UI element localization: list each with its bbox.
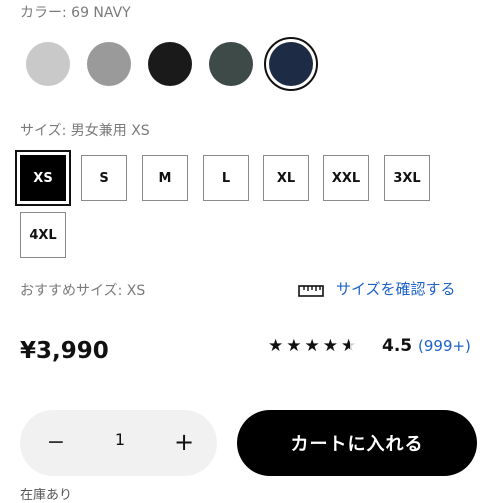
- star-half-icon: ★ ★: [341, 336, 357, 356]
- swatch-gray[interactable]: [87, 42, 131, 86]
- stock-status: 在庫あり: [20, 488, 73, 503]
- star-full-icon: ★: [268, 336, 284, 356]
- rating-stars: ★ ★ ★ ★ ★ ★: [268, 338, 358, 355]
- recommended-size-label: おすすめサイズ: XS: [20, 283, 146, 299]
- size-label: サイズ: 男女兼用 XS: [20, 123, 150, 139]
- size-option-xxl[interactable]: XXL: [323, 155, 369, 201]
- quantity-value[interactable]: 1: [104, 430, 136, 449]
- size-option-4xl[interactable]: 4XL: [20, 212, 66, 258]
- size-option-l[interactable]: L: [203, 155, 249, 201]
- swatch-light-gray[interactable]: [26, 42, 70, 86]
- size-option-m[interactable]: M: [142, 155, 188, 201]
- swatch-black[interactable]: [148, 42, 192, 86]
- star-full-icon: ★: [322, 336, 338, 356]
- rating-value: 4.5: [382, 336, 413, 356]
- ruler-icon: [298, 283, 324, 302]
- size-option-xs[interactable]: XS: [20, 155, 66, 201]
- size-check-link-label: サイズを確認する: [336, 280, 456, 298]
- star-full-icon: ★: [304, 336, 320, 356]
- review-count-link[interactable]: (999+): [418, 337, 471, 355]
- add-to-cart-button[interactable]: カートに入れる: [237, 410, 477, 476]
- swatch-dark-green[interactable]: [209, 42, 253, 86]
- size-option-s[interactable]: S: [81, 155, 127, 201]
- price: ¥3,990: [20, 338, 109, 364]
- color-label: カラー: 69 NAVY: [20, 5, 131, 21]
- star-full-icon: ★: [286, 336, 302, 356]
- quantity-plus-button[interactable]: +: [168, 426, 200, 458]
- quantity-minus-button[interactable]: −: [40, 426, 72, 458]
- size-option-3xl[interactable]: 3XL: [384, 155, 430, 201]
- swatch-navy[interactable]: [269, 42, 313, 86]
- size-option-xl[interactable]: XL: [263, 155, 309, 201]
